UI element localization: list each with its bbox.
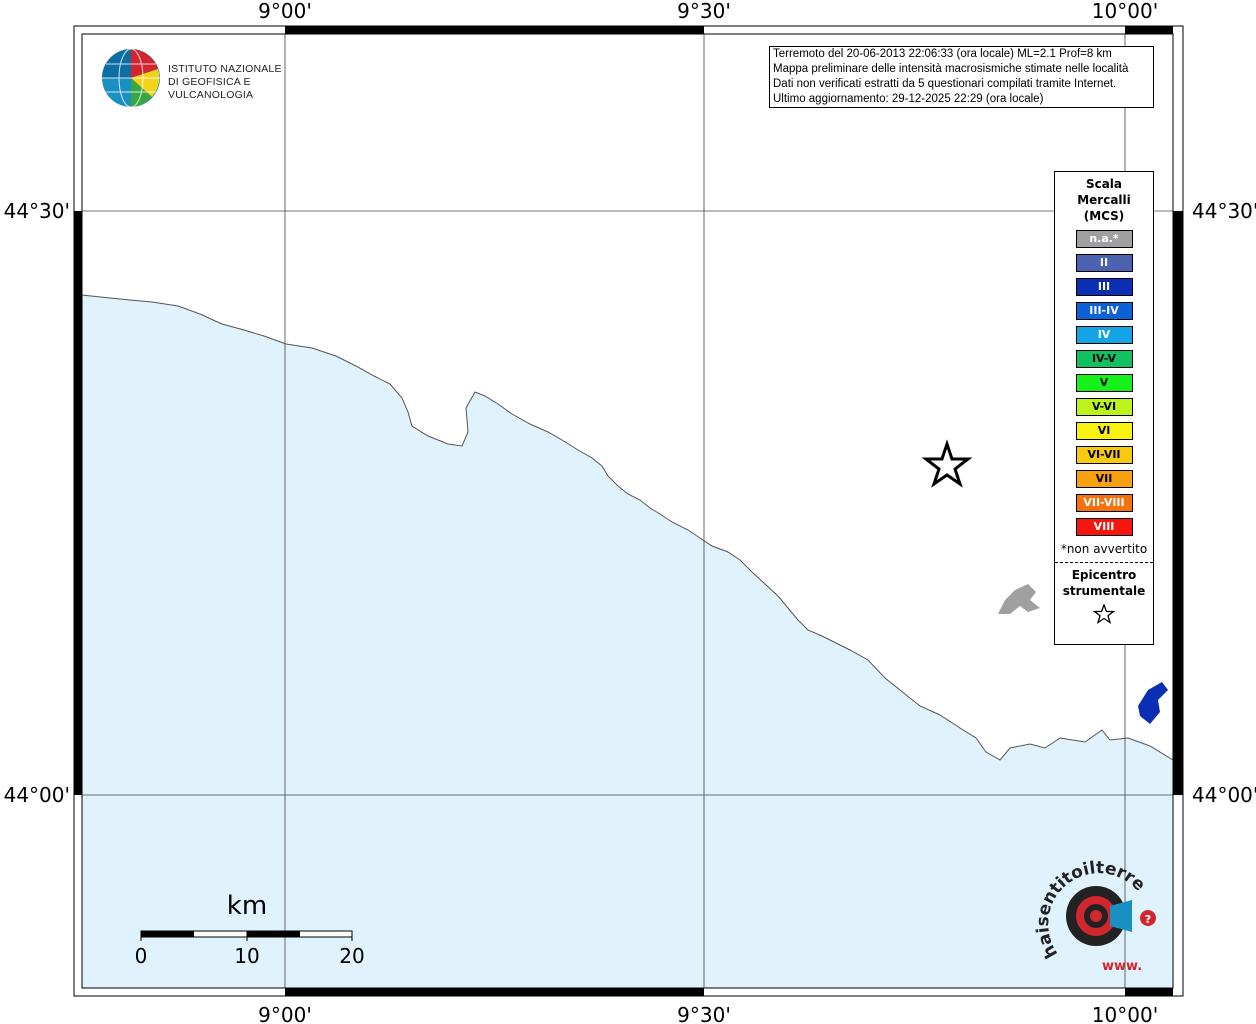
legend-swatch: IV bbox=[1075, 326, 1133, 344]
lon-label-bottom: 9°30' bbox=[677, 1003, 731, 1024]
event-info-box: Terremoto del 20-06-2013 22:06:33 (ora l… bbox=[769, 46, 1154, 108]
legend-swatch: VII-VIII bbox=[1075, 494, 1133, 512]
scale-unit: km bbox=[227, 891, 267, 921]
legend-swatch: V-VI bbox=[1075, 398, 1133, 416]
legend-swatch: IV-V bbox=[1075, 350, 1133, 368]
epicentre-legend-line: strumentale bbox=[1062, 584, 1146, 598]
legend-swatch: n.a.* bbox=[1075, 230, 1133, 248]
legend-swatch: VI-VII bbox=[1075, 446, 1133, 464]
badge-question-icon: ? bbox=[1145, 913, 1151, 926]
haisentito-badge: haisentitoilterremoto.it www. ? bbox=[1021, 843, 1165, 976]
legend-swatch: VII bbox=[1075, 470, 1133, 488]
event-info-line: Dati non verificati estratti da 5 questi… bbox=[773, 78, 1117, 90]
legend-title-line: Mercalli bbox=[1077, 193, 1131, 207]
epicentre-legend-title: Epicentro strumentale bbox=[1055, 567, 1153, 599]
legend-swatch: VIII bbox=[1075, 518, 1133, 536]
legend-title-line: Scala bbox=[1085, 177, 1123, 191]
legend-swatch: II bbox=[1075, 254, 1133, 272]
epicentre-legend-star-icon bbox=[1055, 603, 1153, 629]
scale-label: 20 bbox=[339, 944, 364, 968]
lat-label-left: 44°00' bbox=[4, 783, 70, 807]
lon-label-top: 9°30' bbox=[677, 0, 731, 23]
ingv-logo: ISTITUTO NAZIONALE DI GEOFISICA E VULCAN… bbox=[100, 47, 320, 111]
lat-label-right: 44°00' bbox=[1192, 783, 1256, 807]
legend-swatch: III-IV bbox=[1075, 302, 1133, 320]
scale-label: 10 bbox=[234, 944, 259, 968]
lat-label-right: 44°30' bbox=[1192, 199, 1256, 223]
epicentre-legend-line: Epicentro bbox=[1071, 568, 1137, 582]
event-info-line: Ultimo aggiornamento: 29-12-2025 22:29 (… bbox=[773, 93, 1044, 105]
event-info-line: Terremoto del 20-06-2013 22:06:33 (ora l… bbox=[773, 48, 1112, 60]
legend-swatch: III bbox=[1075, 278, 1133, 296]
legend-note: *non avvertito bbox=[1060, 542, 1148, 556]
badge-prefix: www. bbox=[1102, 959, 1142, 974]
logo-line-2: DI GEOFISICA E VULCANOLOGIA bbox=[168, 76, 254, 101]
lon-label-top: 9°00' bbox=[258, 0, 312, 23]
lon-label-bottom: 10°00' bbox=[1092, 1003, 1158, 1024]
lon-label-top: 10°00' bbox=[1092, 0, 1158, 23]
lon-label-bottom: 9°00' bbox=[258, 1003, 312, 1024]
lat-label-left: 44°30' bbox=[4, 199, 70, 223]
scale-label: 0 bbox=[135, 944, 148, 968]
legend-swatches: n.a.* II III III-IV IV IV-V V V-VI VI VI-VII VII VI… bbox=[1055, 230, 1153, 536]
legend-title: Scala Mercalli (MCS) bbox=[1055, 176, 1153, 224]
legend-title-line: (MCS) bbox=[1083, 209, 1125, 223]
logo-line-1: ISTITUTO NAZIONALE bbox=[168, 63, 282, 75]
legend-divider bbox=[1055, 562, 1153, 563]
legend-swatch: VI bbox=[1075, 422, 1133, 440]
event-info-line: Mappa preliminare delle intensità macros… bbox=[773, 63, 1129, 75]
mcs-legend: Scala Mercalli (MCS) n.a.* II III III-IV IV I… bbox=[1054, 171, 1154, 645]
globe-icon bbox=[102, 48, 160, 108]
legend-swatch: V bbox=[1075, 374, 1133, 392]
